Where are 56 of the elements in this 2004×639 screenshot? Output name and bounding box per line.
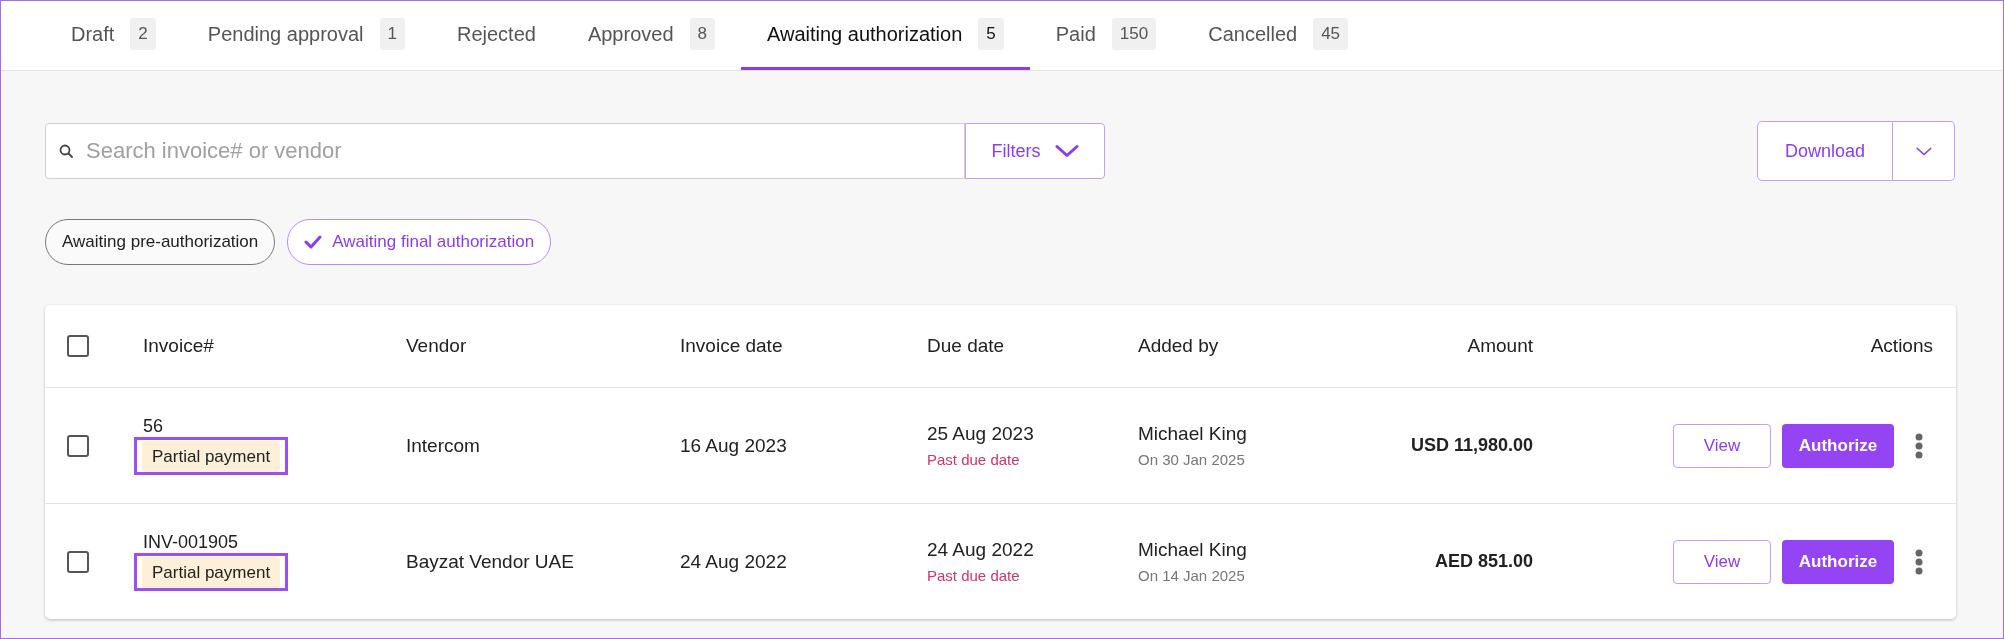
tab[interactable]: Rejected (430, 1, 562, 70)
count-badge: 45 (1313, 18, 1349, 50)
count-badge: 2 (130, 18, 156, 50)
table-cell: 24 Aug 2022 (927, 539, 1034, 561)
chevron-down-icon (1915, 146, 1932, 156)
tab[interactable]: Draft 2 (45, 1, 182, 70)
download-button[interactable]: Download (1757, 121, 1893, 181)
more-options-icon[interactable] (1915, 432, 1923, 459)
checkbox[interactable] (67, 335, 89, 357)
authorize-button[interactable]: Authorize (1782, 423, 1894, 468)
added-date: On 30 Jan 2025 (1138, 451, 1245, 468)
count-badge: 8 (689, 18, 715, 50)
column-header: Actions (1869, 335, 1933, 357)
checkbox[interactable] (67, 434, 89, 457)
status-badge: Partial payment (142, 441, 281, 472)
tab[interactable]: Approved 8 (561, 1, 741, 70)
overdue-label: Past due date (927, 451, 1020, 468)
tab[interactable]: Pending approval 1 (181, 1, 431, 70)
status-badge: Partial payment (142, 557, 281, 588)
search-field[interactable]: Search invoice# or vendor (45, 123, 965, 179)
column-header: Due date (927, 335, 1006, 357)
view-button[interactable]: View (1673, 539, 1771, 584)
amount-cell-text: USD 11,980.00 (1409, 435, 1533, 456)
filter-chip[interactable]: Awaiting pre-authorization (45, 219, 276, 265)
view-button[interactable]: View (1673, 423, 1771, 468)
checkbox[interactable] (67, 550, 89, 573)
tab[interactable]: Awaiting authorization 5 (741, 1, 1030, 70)
added-date: On 14 Jan 2025 (1138, 567, 1245, 584)
table-cell-text: Bayzat Vendor UAE (406, 550, 575, 573)
filters-button[interactable]: Filters (965, 123, 1105, 179)
invoice-number: INV-001905 (143, 532, 239, 553)
column-header: Amount (1466, 335, 1533, 357)
count-badge: 1 (379, 18, 405, 50)
table-cell: Michael King (1138, 423, 1247, 445)
count-badge: 150 (1111, 18, 1157, 50)
column-header: Vendor (406, 335, 468, 357)
column-header: Invoice# (143, 335, 215, 357)
table-cell: 25 Aug 2023 (927, 423, 1034, 445)
search-icon (59, 144, 73, 158)
authorize-button[interactable]: Authorize (1782, 539, 1894, 584)
overdue-label: Past due date (927, 567, 1020, 584)
table-cell: Michael King (1138, 539, 1247, 561)
table-cell-text: Intercom (406, 434, 481, 457)
table-cell-text: 24 Aug 2022 (680, 550, 788, 573)
table-cell-text: 16 Aug 2023 (680, 434, 788, 457)
column-header: Added by (1138, 335, 1220, 357)
column-header: Invoice date (680, 335, 784, 357)
check-icon (304, 234, 323, 250)
more-options-icon[interactable] (1915, 548, 1923, 575)
invoice-number: 56 (143, 416, 164, 437)
filter-chip[interactable]: Awaiting final authorization (287, 219, 552, 265)
count-badge: 5 (978, 18, 1004, 50)
chevron-down-icon (1054, 144, 1079, 158)
amount-cell-text: AED 851.00 (1433, 551, 1533, 572)
tab[interactable]: Cancelled 45 (1182, 1, 1375, 70)
tab[interactable]: Paid 150 (1029, 1, 1183, 70)
